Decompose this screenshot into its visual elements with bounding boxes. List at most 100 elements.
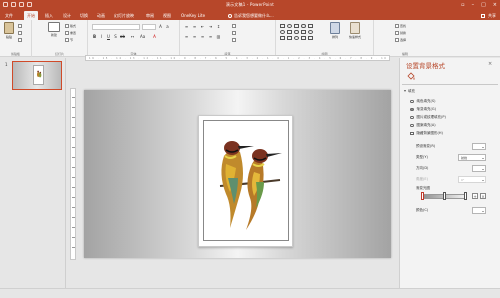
shape-icon[interactable] bbox=[294, 24, 299, 28]
numbering-button[interactable]: ≡ bbox=[192, 24, 197, 29]
new-slide-button[interactable]: 新建 bbox=[47, 22, 61, 37]
shape-icon[interactable] bbox=[280, 24, 285, 28]
group-slides: 新建 版式 重置 节 幻灯片 bbox=[32, 20, 88, 57]
replace-label: 替换 bbox=[400, 31, 407, 35]
tell-me-search[interactable]: 告诉我您想要做什么... bbox=[228, 11, 274, 20]
align-text-button[interactable] bbox=[232, 31, 236, 35]
format-painter-button[interactable] bbox=[18, 38, 22, 42]
replace-icon bbox=[395, 31, 399, 35]
shape-icon[interactable] bbox=[280, 30, 285, 34]
tab-transitions[interactable]: 切换 bbox=[80, 11, 88, 20]
direction-dropdown[interactable] bbox=[472, 165, 486, 172]
quick-styles-button[interactable]: 快速样式 bbox=[346, 22, 364, 39]
shape-icon[interactable] bbox=[301, 24, 306, 28]
shape-icon[interactable] bbox=[301, 36, 306, 40]
gradient-stop-handle[interactable] bbox=[443, 192, 446, 200]
bold-button[interactable]: B bbox=[92, 34, 97, 39]
tab-home[interactable]: 开始 bbox=[24, 11, 38, 20]
tab-onekey[interactable]: OneKey Lite bbox=[181, 11, 205, 20]
line-spacing-button[interactable]: ↕ bbox=[216, 24, 221, 29]
close-icon[interactable]: × bbox=[488, 61, 492, 67]
add-stop-button[interactable]: + bbox=[472, 193, 478, 199]
shadow-button[interactable]: S bbox=[113, 34, 118, 39]
gradient-stop-handle[interactable] bbox=[421, 192, 424, 200]
tab-view[interactable]: 视图 bbox=[163, 11, 171, 20]
shape-icon[interactable] bbox=[308, 24, 313, 28]
columns-button[interactable]: ▥ bbox=[216, 34, 221, 39]
radio-gradient-fill[interactable]: 渐变填充(G) bbox=[410, 107, 436, 112]
minimize-icon[interactable]: – bbox=[472, 1, 475, 9]
case-button[interactable]: Aa bbox=[140, 34, 145, 39]
bird-image[interactable] bbox=[214, 134, 286, 232]
cut-button[interactable] bbox=[18, 24, 22, 28]
horizontal-ruler: 16 · 15 · 14 · 13 · 12 · 11 · 10 · 9 · 8… bbox=[85, 55, 390, 61]
radio-pattern-fill[interactable]: 图案填充(A) bbox=[410, 123, 436, 128]
hide-bg-graphics-checkbox[interactable]: 隐藏背景图形(H) bbox=[410, 131, 443, 136]
copy-button[interactable] bbox=[18, 31, 22, 35]
align-right-button[interactable]: ≡ bbox=[200, 34, 205, 39]
hide-bg-graphics-label: 隐藏背景图形(H) bbox=[416, 131, 443, 135]
close-icon[interactable]: × bbox=[493, 1, 497, 9]
font-color-button[interactable]: A bbox=[152, 34, 157, 39]
angle-input[interactable]: 0° bbox=[458, 176, 486, 183]
align-center-button[interactable]: ≡ bbox=[192, 34, 197, 39]
tab-file[interactable]: 文件 bbox=[5, 11, 13, 20]
color-dropdown[interactable] bbox=[472, 207, 486, 214]
ribbon-options-icon[interactable]: ▫ bbox=[461, 1, 464, 9]
angle-label: 角度(E) bbox=[416, 177, 428, 181]
paint-bucket-icon[interactable] bbox=[406, 72, 416, 81]
justify-button[interactable]: ≡ bbox=[208, 34, 213, 39]
group-label-slides: 幻灯片 bbox=[54, 52, 64, 56]
increase-indent-button[interactable]: ⇥ bbox=[208, 24, 213, 29]
bullets-button[interactable]: ≡ bbox=[184, 24, 189, 29]
tab-animations[interactable]: 动画 bbox=[97, 11, 105, 20]
paste-button[interactable]: 粘贴 bbox=[2, 22, 16, 39]
italic-button[interactable]: I bbox=[99, 34, 104, 39]
spacing-button[interactable]: ↔ bbox=[130, 34, 135, 39]
reset-button[interactable]: 重置 bbox=[65, 31, 76, 35]
find-button[interactable]: 查找 bbox=[395, 24, 406, 28]
tab-slideshow[interactable]: 幻灯片放映 bbox=[114, 11, 134, 20]
tell-me-label: 告诉我您想要做什么... bbox=[234, 13, 274, 18]
shape-icon[interactable] bbox=[287, 36, 292, 40]
grow-font-button[interactable]: A bbox=[158, 24, 163, 29]
select-button[interactable]: 选择 bbox=[395, 38, 406, 42]
share-button[interactable]: 共享 bbox=[488, 11, 496, 20]
maximize-icon[interactable]: □ bbox=[481, 1, 486, 9]
radio-solid-fill[interactable]: 纯色填充(S) bbox=[410, 99, 435, 104]
shape-icon[interactable] bbox=[294, 30, 299, 34]
remove-stop-button[interactable]: × bbox=[480, 193, 486, 199]
decrease-indent-button[interactable]: ⇤ bbox=[200, 24, 205, 29]
tab-design[interactable]: 设计 bbox=[63, 11, 71, 20]
slide-thumbnail[interactable] bbox=[12, 61, 62, 90]
gradient-stop-handle[interactable] bbox=[464, 192, 467, 200]
fill-section-header[interactable]: 填充 bbox=[404, 89, 415, 94]
strikethrough-button[interactable]: ab bbox=[120, 34, 125, 39]
shrink-font-button[interactable]: a bbox=[165, 24, 170, 29]
layout-button[interactable]: 版式 bbox=[65, 24, 76, 28]
align-left-button[interactable]: ≡ bbox=[184, 34, 189, 39]
text-direction-button[interactable] bbox=[232, 24, 236, 28]
shape-icon[interactable] bbox=[287, 24, 292, 28]
smartart-button[interactable] bbox=[232, 38, 236, 42]
type-dropdown[interactable]: 射线 bbox=[458, 154, 486, 161]
tab-insert[interactable]: 插入 bbox=[45, 11, 53, 20]
user-icon[interactable] bbox=[481, 13, 485, 18]
font-size-box[interactable] bbox=[142, 24, 156, 30]
preset-gradient-dropdown[interactable] bbox=[472, 143, 486, 150]
font-name-box[interactable] bbox=[92, 24, 140, 30]
shape-icon[interactable] bbox=[301, 30, 306, 34]
tab-review[interactable]: 审阅 bbox=[146, 11, 154, 20]
shape-icon[interactable] bbox=[308, 36, 313, 40]
shape-icon[interactable] bbox=[308, 30, 313, 34]
radio-picture-fill[interactable]: 图片或纹理填充(P) bbox=[410, 115, 446, 120]
shape-icon[interactable] bbox=[287, 30, 292, 34]
shape-icon[interactable] bbox=[280, 36, 285, 40]
group-editing: 查找 替换 选择 编辑 bbox=[374, 20, 408, 57]
section-button[interactable]: 节 bbox=[65, 38, 73, 42]
shape-icon[interactable] bbox=[294, 36, 299, 40]
underline-button[interactable]: U bbox=[106, 34, 111, 39]
replace-button[interactable]: 替换 bbox=[395, 31, 406, 35]
arrange-button[interactable]: 排列 bbox=[328, 22, 342, 39]
new-slide-icon bbox=[48, 22, 60, 32]
